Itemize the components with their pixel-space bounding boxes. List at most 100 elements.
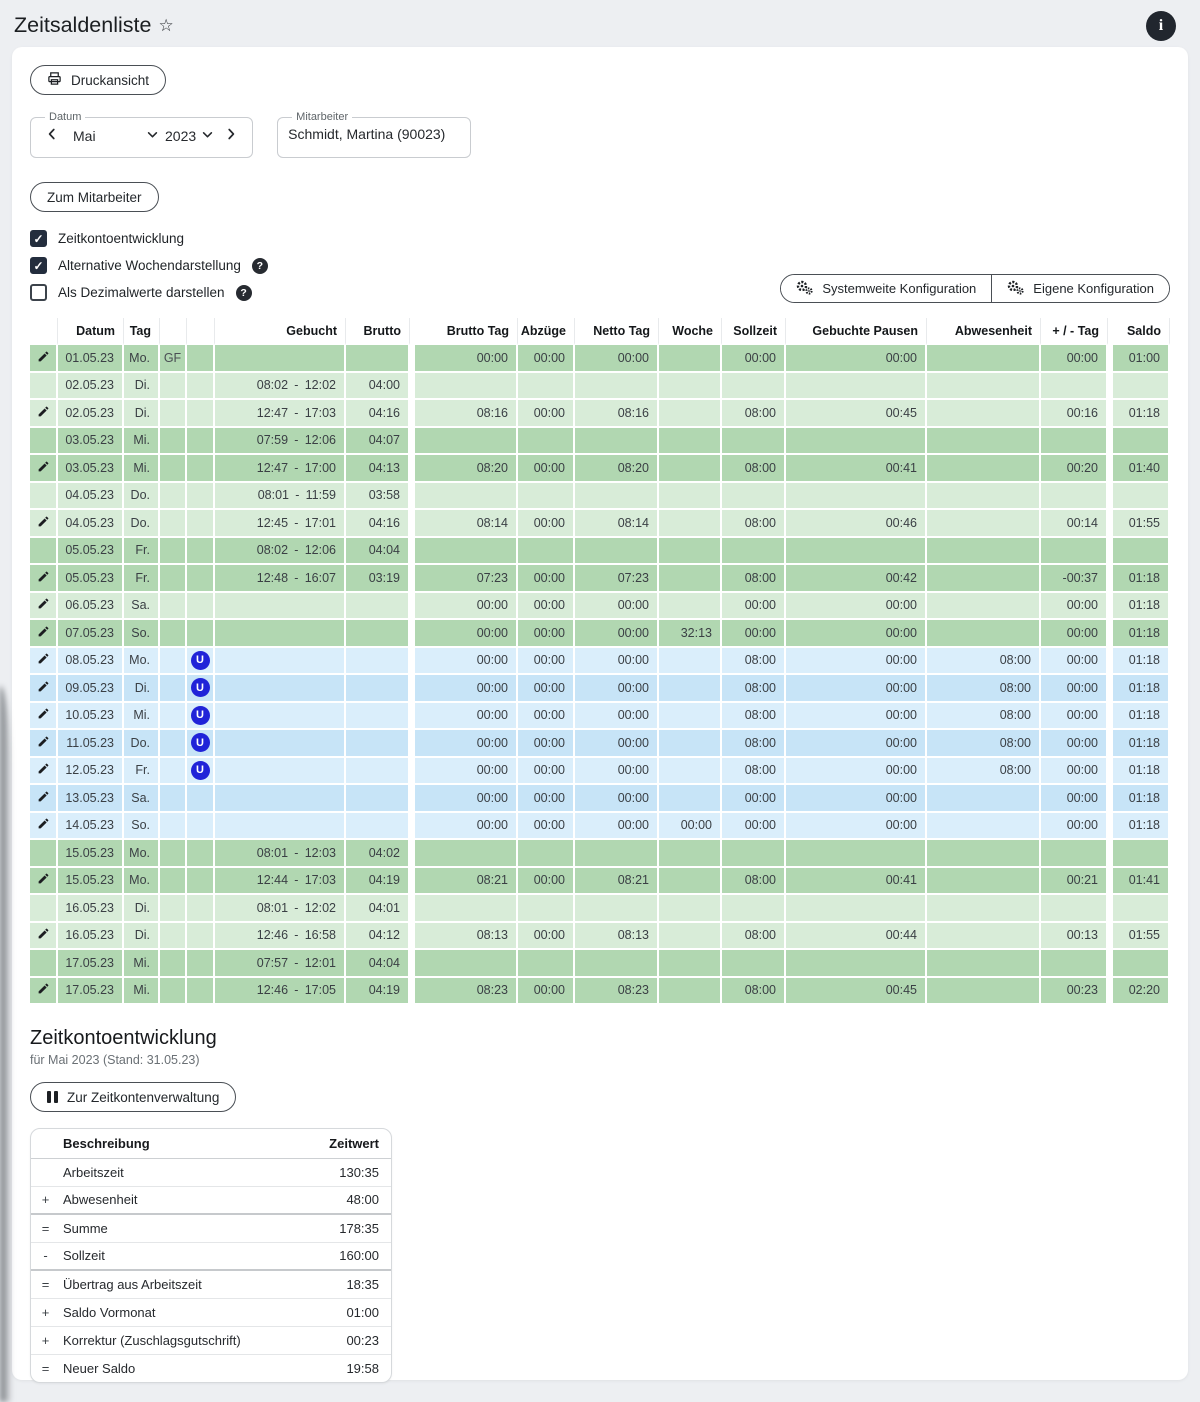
edit-pencil-icon[interactable] [37,872,50,885]
option-label: Zeitkontoentwicklung [58,231,184,246]
next-month-button[interactable] [220,125,242,146]
cell-netto_tag: 00:00 [575,758,659,786]
cell-gebucht: 12:47 - 17:03 [215,400,346,428]
edit-pencil-icon[interactable] [37,707,50,720]
to-employee-button[interactable]: Zum Mitarbeiter [30,182,159,212]
cell-netto_tag: 00:00 [575,730,659,758]
table-row: 05.05.23Fr.12:48 - 16:0703:1907:2300:000… [30,565,1170,593]
cell-marker [160,483,187,511]
cell-abzuege: 00:00 [518,703,575,731]
cell-abwesenheit [927,923,1041,951]
cell-woche [659,510,722,538]
cell-abzuege: 00:00 [518,978,575,1006]
cell-marker [160,730,187,758]
help-icon[interactable]: ? [252,258,268,274]
cell-gebucht: 07:59 - 12:06 [215,428,346,456]
edit-pencil-icon[interactable] [37,817,50,830]
cell-badge [187,895,215,923]
edit-pencil-icon[interactable] [37,982,50,995]
cell-saldo: 01:18 [1113,758,1170,786]
cell-abzuege: 00:00 [518,565,575,593]
employee-value[interactable]: Schmidt, Martina (90023) [288,124,460,142]
checkbox[interactable]: ✓ [30,230,47,247]
cell-sollzeit: 00:00 [722,345,786,373]
cell-plus_minus [1041,428,1108,456]
favorite-star-icon[interactable]: ☆ [158,16,173,35]
table-row: 17.05.23Mi.12:46 - 17:0504:1908:2300:000… [30,978,1170,1006]
edit-cell [30,648,58,676]
cell-netto_tag: 00:00 [575,675,659,703]
cell-plus_minus: -00:37 [1041,565,1108,593]
edit-pencil-icon[interactable] [37,625,50,638]
edit-pencil-icon[interactable] [37,652,50,665]
cell-plus_minus: 00:20 [1041,455,1108,483]
option-als-dezimalwerte[interactable]: ✓ Als Dezimalwerte darstellen ? [30,284,370,301]
cell-brutto: 04:12 [346,923,410,951]
option-zeitkontoentwicklung[interactable]: ✓ Zeitkontoentwicklung [30,230,370,247]
edit-pencil-icon[interactable] [37,735,50,748]
month-select[interactable]: Mai [63,128,165,144]
summary-header-row: Beschreibung Zeitwert [31,1129,391,1158]
print-view-button[interactable]: Druckansicht [30,65,166,95]
system-config-button[interactable]: Systemweite Konfiguration [781,275,991,302]
summary-value: 19:58 [306,1354,391,1382]
edit-pencil-icon[interactable] [37,405,50,418]
cell-saldo [1113,950,1170,978]
edit-pencil-icon[interactable] [37,680,50,693]
year-select[interactable]: 2023 [165,128,220,144]
checkbox[interactable]: ✓ [30,257,47,274]
cell-saldo [1113,538,1170,566]
table-row: 03.05.23Mi.07:59 - 12:0604:07 [30,428,1170,456]
development-heading: Zeitkontoentwicklung [30,1027,1170,1050]
help-icon[interactable]: ? [236,285,252,301]
cell-woche [659,455,722,483]
table-row: 04.05.23Do.12:45 - 17:0104:1608:1400:000… [30,510,1170,538]
edit-pencil-icon[interactable] [37,762,50,775]
cell-netto_tag: 07:23 [575,565,659,593]
cell-brutto: 04:16 [346,510,410,538]
edit-pencil-icon[interactable] [37,515,50,528]
edit-pencil-icon[interactable] [37,570,50,583]
info-button[interactable]: i [1146,11,1176,41]
checkbox[interactable]: ✓ [30,284,47,301]
cell-gebucht: 12:46 - 16:58 [215,923,346,951]
cell-sollzeit [722,483,786,511]
edit-pencil-icon[interactable] [37,927,50,940]
cell-netto_tag [575,483,659,511]
cell-marker [160,813,187,841]
cell-brutto_tag: 00:00 [415,675,518,703]
cell-netto_tag: 00:00 [575,620,659,648]
option-alternative-wochendarstellung[interactable]: ✓ Alternative Wochendarstellung ? [30,257,370,274]
cell-date: 08.05.23 [58,648,124,676]
cell-badge [187,455,215,483]
cell-abzuege: 00:00 [518,868,575,896]
option-label: Alternative Wochendarstellung [58,258,241,273]
cell-gebucht: 08:01 - 12:03 [215,840,346,868]
edit-pencil-icon[interactable] [37,597,50,610]
chevron-down-icon [201,128,214,144]
edit-cell [30,813,58,841]
cell-sollzeit [722,373,786,401]
edit-cell [30,455,58,483]
prev-month-button[interactable] [41,125,63,146]
time-account-management-button[interactable]: Zur Zeitkontenverwaltung [30,1082,236,1112]
summary-header: Beschreibung Zeitwert [31,1129,391,1158]
cell-saldo: 01:55 [1113,510,1170,538]
cell-gebucht: 12:45 - 17:01 [215,510,346,538]
cell-date: 16.05.23 [58,895,124,923]
cell-brutto_tag: 00:00 [415,620,518,648]
edit-pencil-icon[interactable] [37,350,50,363]
cell-netto_tag [575,373,659,401]
own-config-button[interactable]: Eigene Konfiguration [991,275,1169,302]
edit-pencil-icon[interactable] [37,460,50,473]
cell-day: Di. [124,895,160,923]
edit-cell [30,428,58,456]
cell-plus_minus: 00:13 [1041,923,1108,951]
cell-plus_minus: 00:14 [1041,510,1108,538]
column-header-sollzeit: Sollzeit [722,318,786,345]
cell-saldo: 02:20 [1113,978,1170,1006]
edit-pencil-icon[interactable] [37,790,50,803]
cell-pausen: 00:00 [786,703,927,731]
cell-pausen: 00:00 [786,648,927,676]
column-header-tag: + / - Tag [1041,318,1108,345]
